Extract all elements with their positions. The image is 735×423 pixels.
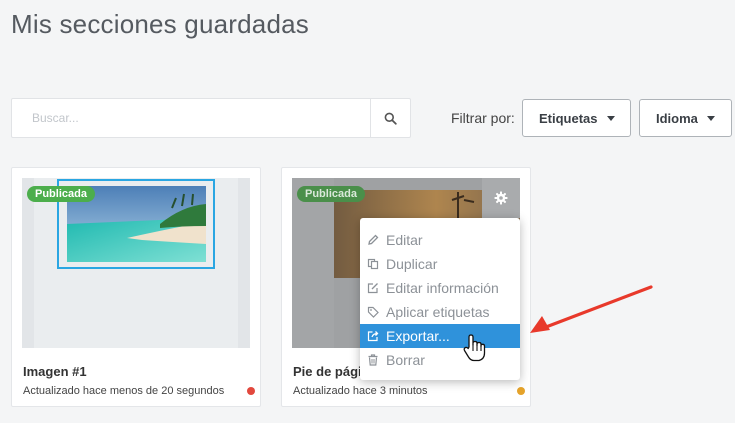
menu-item-duplicate[interactable]: Duplicar xyxy=(360,252,520,276)
section-card[interactable]: Publicada Imagen #1 Actualizado hace men… xyxy=(11,167,261,407)
edit-icon xyxy=(367,283,378,294)
menu-item-label: Borrar xyxy=(386,352,425,368)
tags-dropdown-label: Etiquetas xyxy=(539,110,598,126)
annotation-arrow-icon xyxy=(530,285,653,333)
beach-thumbnail-image xyxy=(22,178,250,348)
menu-item-edit[interactable]: Editar xyxy=(360,228,520,252)
tags-dropdown[interactable]: Etiquetas xyxy=(522,99,631,137)
menu-item-label: Duplicar xyxy=(386,256,438,272)
filter-label: Filtrar por: xyxy=(451,110,515,126)
menu-item-apply-tags[interactable]: Aplicar etiquetas xyxy=(360,300,520,324)
copy-icon xyxy=(367,258,379,270)
tag-icon xyxy=(367,306,379,318)
search-input[interactable] xyxy=(12,99,370,137)
settings-button[interactable] xyxy=(482,178,520,218)
card-title: Imagen #1 xyxy=(23,364,87,379)
trash-icon xyxy=(368,354,378,366)
section-context-menu: Editar Duplicar Editar información Aplic… xyxy=(360,218,520,380)
gear-icon xyxy=(494,191,508,205)
menu-item-edit-info[interactable]: Editar información xyxy=(360,276,520,300)
card-updated-time: Actualizado hace menos de 20 segundos xyxy=(23,385,225,397)
status-dot xyxy=(517,387,525,395)
language-dropdown-label: Idioma xyxy=(656,110,698,126)
hand-cursor-icon xyxy=(463,334,486,362)
menu-item-label: Editar xyxy=(386,232,423,248)
menu-item-export[interactable]: Exportar... xyxy=(360,324,520,348)
caret-down-icon xyxy=(706,115,715,121)
search-icon xyxy=(384,112,397,125)
menu-item-label: Exportar... xyxy=(386,328,450,344)
status-dot xyxy=(247,387,255,395)
status-badge: Publicada xyxy=(297,186,365,202)
section-thumbnail[interactable]: Publicada xyxy=(22,178,250,348)
export-icon xyxy=(367,331,379,342)
menu-item-delete[interactable]: Borrar xyxy=(360,348,520,372)
caret-down-icon xyxy=(606,115,615,121)
language-dropdown[interactable]: Idioma xyxy=(639,99,732,137)
page-title: Mis secciones guardadas xyxy=(11,9,309,39)
search-box xyxy=(11,98,411,138)
search-button[interactable] xyxy=(370,99,410,137)
menu-item-label: Editar información xyxy=(386,280,499,296)
menu-item-label: Aplicar etiquetas xyxy=(386,304,490,320)
card-updated-time: Actualizado hace 3 minutos xyxy=(293,385,428,397)
pencil-icon xyxy=(368,234,379,245)
status-badge: Publicada xyxy=(27,186,95,202)
